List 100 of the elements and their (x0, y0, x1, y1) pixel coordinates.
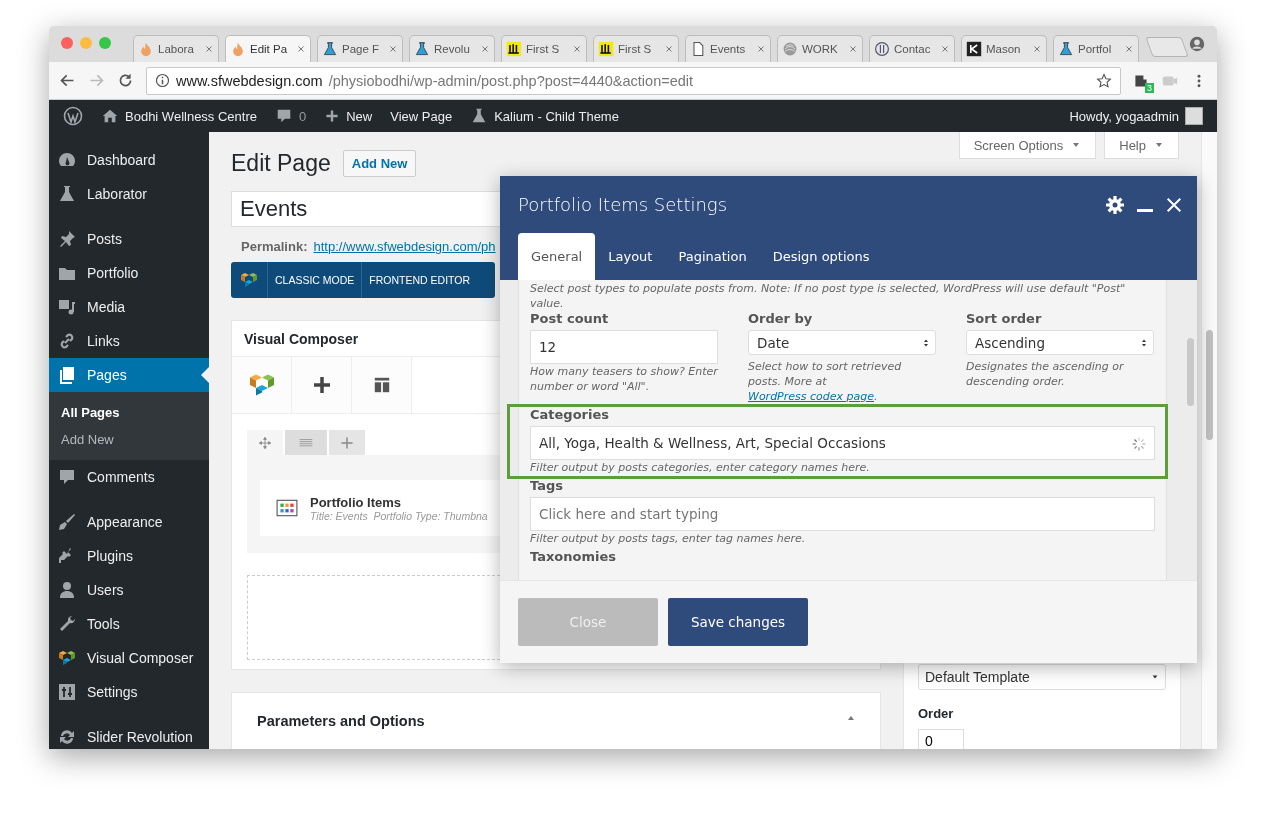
site-link[interactable]: Bodhi Wellness Centre (95, 107, 263, 125)
add-column-button[interactable] (329, 430, 365, 455)
move-row-button[interactable] (247, 430, 283, 455)
flask-icon (57, 184, 77, 204)
select-field[interactable]: Ascending (966, 330, 1154, 355)
move-icon (258, 435, 272, 450)
comments-link[interactable]: 0 (269, 107, 313, 125)
wordpress-logo-icon (63, 106, 83, 126)
menu-item[interactable]: Portfolio (49, 256, 209, 290)
add-new-button[interactable]: Add New (342, 150, 417, 177)
close-window-button[interactable] (61, 37, 73, 49)
close-icon (1165, 195, 1183, 214)
new-link[interactable]: New (318, 108, 379, 124)
user-icon (57, 580, 77, 600)
order-label: Order (918, 706, 955, 721)
close-icon (664, 44, 674, 54)
submenu-item[interactable]: Add New (49, 426, 209, 453)
flame-icon (230, 41, 246, 57)
field-label: Tags (530, 478, 564, 494)
view-page-link[interactable]: View Page (384, 108, 459, 124)
field-label: Taxonomies (530, 549, 618, 565)
grid-icon (276, 497, 298, 519)
template-select[interactable]: Default Template (918, 664, 1166, 690)
browser-tab[interactable]: Mason (961, 35, 1047, 62)
field-label: Post count (530, 311, 610, 327)
panel-title: Visual Composer (244, 330, 359, 347)
star-icon (1096, 72, 1112, 89)
menu-item[interactable]: Plugins (49, 539, 209, 573)
screen-meta-button[interactable]: Screen Options (958, 132, 1097, 159)
zoom-window-button[interactable] (99, 37, 111, 49)
permalink-link[interactable]: http://www.sfwebdesign.com/ph (313, 239, 496, 254)
browser-tab[interactable]: Events (685, 35, 771, 62)
back-icon (59, 72, 76, 89)
panel-title: Parameters and Options (257, 713, 425, 729)
input-field[interactable]: All, Yoga, Health & Wellness, Art, Special Occasions (530, 426, 1155, 460)
browser-tab[interactable]: Edit Pa (225, 35, 311, 62)
menu-item[interactable]: Comments (49, 460, 209, 494)
menu-item[interactable]: Pages (49, 358, 209, 392)
menu-item[interactable]: Users (49, 573, 209, 607)
settings-icon (1105, 194, 1125, 215)
refresh-icon (57, 727, 77, 747)
menu-item[interactable]: Dashboard (49, 143, 209, 177)
help-text: Designates the ascending or descending order. (966, 359, 1125, 389)
browser-tab[interactable]: WORK (777, 35, 863, 62)
account-link[interactable]: Howdy, yogaadmin (1063, 107, 1209, 125)
browser-tab[interactable]: Page F (317, 35, 403, 62)
layout-icon (372, 376, 391, 394)
input-field[interactable]: Click here and start typing (530, 497, 1155, 531)
browser-tab[interactable]: First S (593, 35, 679, 62)
close-icon (388, 44, 398, 54)
element-title: Portfolio Items (310, 494, 402, 510)
close-icon (940, 44, 950, 54)
select-field[interactable]: Date (748, 330, 936, 355)
menu-item[interactable]: Appearance (49, 505, 209, 539)
menu-item[interactable]: Visual Composer (49, 641, 209, 675)
menu-item[interactable]: Tools (49, 607, 209, 641)
browser-tab[interactable]: Portfol (1053, 35, 1139, 62)
field-label: Order by (748, 311, 814, 327)
input-field[interactable]: 12 (530, 330, 718, 364)
submenu-item[interactable]: All Pages (49, 399, 209, 426)
browser-tab[interactable]: Contac (869, 35, 955, 62)
flask-icon (414, 41, 430, 57)
menu-item[interactable]: Slider Revolution (49, 720, 209, 749)
new-tab-button[interactable] (1145, 37, 1189, 57)
menu-item[interactable]: Links (49, 324, 209, 358)
screen-meta-button[interactable]: Help (1104, 132, 1179, 159)
plus-icon (311, 375, 332, 395)
permalink-label: Permalink: (241, 239, 308, 254)
dialog-tab[interactable]: Pagination (665, 233, 760, 280)
browser-tab[interactable]: Revolu (409, 35, 495, 62)
swirl-icon (782, 41, 798, 57)
menu-item[interactable]: Laborator (49, 177, 209, 211)
dialog-tab[interactable]: General (518, 233, 596, 280)
circle-logo-icon (874, 41, 890, 57)
editor-mode-button[interactable]: FRONTEND EDITOR (361, 262, 478, 298)
dialog-tab[interactable]: Design options (759, 233, 883, 280)
extension-icon (1133, 72, 1149, 89)
codex-link[interactable]: WordPress codex page (748, 390, 874, 403)
editor-mode-button[interactable]: CLASSIC MODE (267, 262, 362, 298)
help-text: Filter output by posts tags, enter tag names here. (530, 531, 807, 546)
help-text: Select how to sort retrieved posts. More at WordPress codex page. (748, 359, 903, 404)
save-button[interactable]: Save changes (668, 598, 808, 646)
row-layout-button[interactable] (285, 430, 327, 455)
close-icon (572, 44, 582, 54)
plus-icon (324, 108, 341, 124)
menu-item[interactable]: Posts (49, 222, 209, 256)
order-field[interactable]: 0 (918, 729, 964, 749)
address-bar[interactable]: www.sfwebdesign.com /physiobodhi/wp-admin/post.php?post=4440&action=edit (146, 66, 1121, 95)
scrollbar[interactable] (1187, 338, 1194, 406)
menu-item[interactable]: Media (49, 290, 209, 324)
minimize-window-button[interactable] (80, 37, 92, 49)
scrollbar[interactable] (1201, 132, 1217, 749)
browser-tab[interactable]: First S (501, 35, 587, 62)
dialog-tab[interactable]: Layout (595, 233, 666, 280)
menu-item[interactable]: Settings (49, 675, 209, 709)
flask-icon (1058, 41, 1074, 57)
browser-tab[interactable]: Labora (133, 35, 219, 62)
theme-link[interactable]: Kalium - Child Theme (464, 107, 625, 125)
field-label: Categories (530, 407, 610, 423)
flame-icon (138, 41, 154, 57)
